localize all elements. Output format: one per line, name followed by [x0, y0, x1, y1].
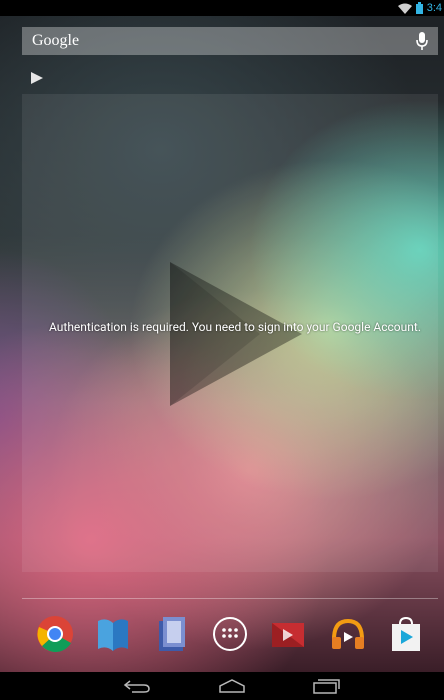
play-store-shortcut-icon[interactable] [30, 71, 44, 85]
wifi-icon [397, 3, 412, 14]
dock-divider [22, 598, 438, 599]
back-icon [123, 680, 150, 693]
all-apps-button[interactable] [208, 612, 252, 656]
play-music-icon [332, 618, 364, 649]
chrome-icon [37, 616, 73, 652]
status-time: 3:4 [426, 2, 442, 14]
play-store-icon [392, 616, 420, 651]
google-logo: Google [32, 32, 80, 49]
battery-icon [415, 2, 423, 14]
google-search-bar[interactable]: Google [22, 27, 438, 55]
recents-icon [313, 679, 340, 694]
home-button[interactable] [212, 676, 252, 696]
play-movies-app[interactable] [266, 612, 310, 656]
play-magazines-app[interactable] [150, 612, 194, 656]
play-books-app[interactable] [91, 612, 135, 656]
play-magazines-icon [159, 617, 185, 651]
recents-button[interactable] [306, 676, 346, 696]
chrome-app[interactable] [33, 612, 77, 656]
dock [0, 612, 444, 660]
play-store-app[interactable] [384, 612, 428, 656]
navigation-bar [0, 672, 444, 700]
back-button[interactable] [117, 676, 157, 696]
authentication-message: Authentication is required. You need to … [49, 320, 421, 334]
status-bar: 3:4 [0, 0, 444, 16]
play-books-icon [98, 619, 128, 651]
home-icon [219, 679, 245, 693]
play-movies-icon [272, 623, 304, 647]
play-music-app[interactable] [326, 612, 370, 656]
mic-icon[interactable] [416, 32, 428, 50]
all-apps-icon [213, 617, 247, 651]
